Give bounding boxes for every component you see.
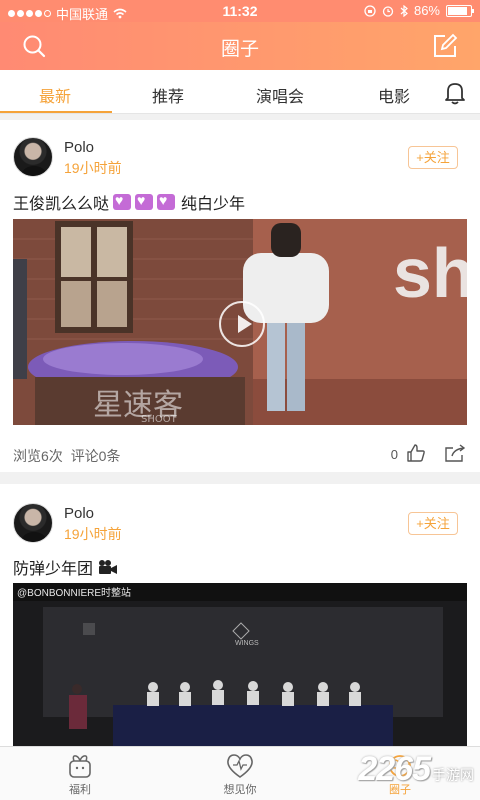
share-icon[interactable] [444,443,466,463]
post-text-main: 防弹少年团 [13,561,94,578]
image-thumbnail: @BONBONNIERE时整站 WINGS [13,583,467,746]
post-text: 王俊凯么么哒 纯白少年 [13,190,245,214]
post-image[interactable]: @BONBONNIERE时整站 WINGS [13,583,467,746]
active-tab-indicator [0,111,112,113]
purple-heart-icon [157,192,176,210]
post-text-main: 王俊凯么么哒 [13,196,110,213]
follow-button[interactable]: +关注 [408,512,458,535]
watermark-number: 2265 [358,750,431,788]
battery-icon [446,4,474,17]
play-icon[interactable] [219,301,265,347]
tab-recommended[interactable]: 推荐 [152,83,184,107]
post-text: 防弹少年团 [13,555,119,579]
edit-icon[interactable] [432,33,458,59]
card-divider [0,472,480,484]
likes-count: 0 [390,447,398,462]
post-video[interactable]: sh 星速客 SHOOT [13,219,467,425]
avatar[interactable] [13,137,53,177]
nav-item-miss-you[interactable]: 想见你 [160,747,320,800]
purple-heart-icon [113,192,132,210]
site-watermark: 2265 手游网 [358,750,474,789]
post-username[interactable]: Polo [64,505,94,522]
page-title: 圈子 [220,39,259,60]
follow-button[interactable]: +关注 [408,146,458,169]
post-text-suffix: 纯白少年 [181,196,246,213]
alarm-icon [382,5,394,17]
tab-concert[interactable]: 演唱会 [256,83,304,107]
category-tabs: 最新 推荐 演唱会 电影 [0,70,480,114]
media-caption: @BONBONNIERE时整站 [17,586,131,599]
rotation-lock-icon [364,4,376,17]
tab-latest[interactable]: 最新 [39,83,71,107]
status-bar: 中国联通 11:32 86% [0,0,480,22]
nav-label: 想见你 [223,784,257,796]
media-watermark-sub: SHOOT [141,414,178,425]
nav-item-welfare[interactable]: 福利 [0,747,160,800]
purple-heart-icon [135,192,154,210]
bluetooth-icon [400,4,408,17]
svg-text:sh: sh [393,234,467,312]
media-logo: WINGS [235,640,259,647]
post-card[interactable]: Polo 19小时前 +关注 防弹少年团 @BONBONNIERE时整站 WIN… [0,484,480,746]
watermark-text: 手游网 [432,767,474,783]
post-username[interactable]: Polo [64,139,94,156]
battery-fill [448,6,467,15]
views-count: 浏览6次 [13,448,63,464]
bell-icon[interactable] [444,81,466,105]
battery-percent: 86% [413,3,440,18]
gift-icon [69,755,91,778]
comments-count: 评论0条 [70,448,121,464]
post-stats: 浏览6次 评论0条 [13,446,120,466]
post-time: 19小时前 [64,160,122,176]
app-header: 圈子 [0,22,480,70]
heart-icon [227,754,253,778]
post-card[interactable]: Polo 19小时前 +关注 王俊凯么么哒 纯白少年 [0,120,480,472]
tab-movie[interactable]: 电影 [378,83,410,107]
post-time: 19小时前 [64,526,122,542]
movie-camera-icon [99,560,118,574]
status-right: 86% [364,3,474,18]
avatar[interactable] [13,503,53,543]
nav-label: 福利 [69,784,91,796]
feed-list: Polo 19小时前 +关注 王俊凯么么哒 纯白少年 [0,120,480,746]
thumbs-up-icon[interactable] [406,443,426,463]
